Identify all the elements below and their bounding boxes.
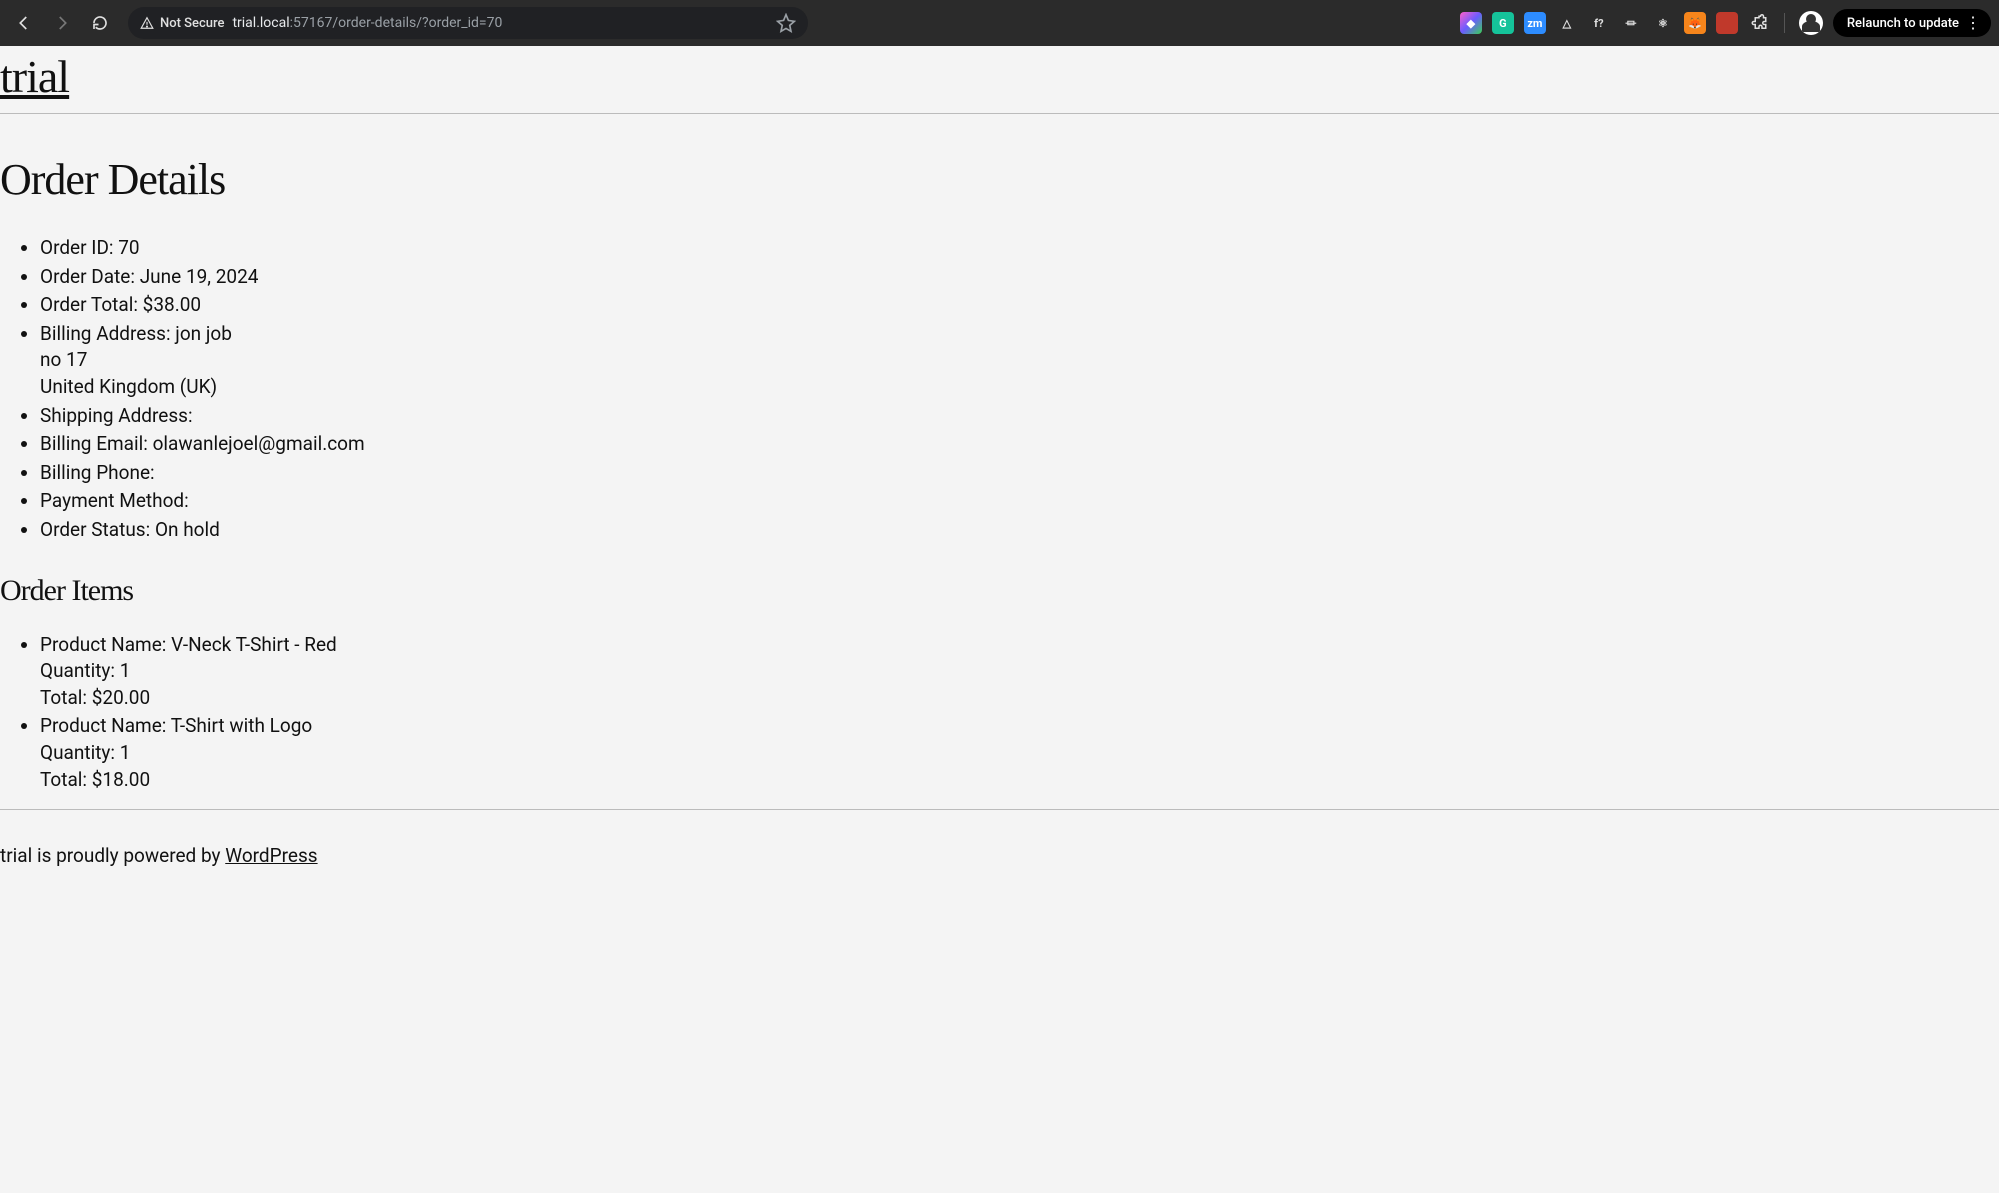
billing-address-label: Billing Address: xyxy=(40,322,171,345)
order-status-value: On hold xyxy=(155,518,220,541)
quantity-value: 1 xyxy=(120,659,131,682)
quantity-label: Quantity: xyxy=(40,741,115,764)
page-body: trial Order Details Order ID: 70 Order D… xyxy=(0,46,1999,1193)
url-text: trial.local:57167/order-details/?order_i… xyxy=(232,15,502,31)
extension-9-extension-icon[interactable] xyxy=(1716,12,1738,34)
billing-phone-row: Billing Phone: xyxy=(40,460,1999,487)
toolbar-separator xyxy=(1784,13,1785,33)
footer-text: trial is proudly powered by xyxy=(0,844,225,867)
page-heading: Order Details xyxy=(0,154,1999,205)
metamask-extension-icon[interactable]: 🦊 xyxy=(1684,12,1706,34)
billing-email-value: olawanlejoel@gmail.com xyxy=(153,432,365,455)
item-total-label: Total: xyxy=(40,768,87,791)
item-total-label: Total: xyxy=(40,686,87,709)
relaunch-label: Relaunch to update xyxy=(1847,16,1959,31)
order-total-row: Order Total: $38.00 xyxy=(40,292,1999,319)
reload-button[interactable] xyxy=(84,7,116,39)
page-content: Order Details Order ID: 70 Order Date: J… xyxy=(0,154,1999,887)
grammarly-extension-icon[interactable]: G xyxy=(1492,12,1514,34)
extension-6-extension-icon[interactable]: ⏛ xyxy=(1620,12,1642,34)
shipping-address-label: Shipping Address: xyxy=(40,404,193,427)
product-name-label: Product Name: xyxy=(40,714,166,737)
warning-icon xyxy=(140,16,154,30)
order-id-value: 70 xyxy=(118,236,139,259)
item-total-value: $18.00 xyxy=(92,768,150,791)
order-status-row: Order Status: On hold xyxy=(40,517,1999,544)
kebab-menu-icon[interactable]: ⋮ xyxy=(1965,15,1981,31)
google-drive-extension-icon[interactable]: △ xyxy=(1556,12,1578,34)
extension-1-extension-icon[interactable]: ◆ xyxy=(1460,12,1482,34)
address-bar[interactable]: Not Secure trial.local:57167/order-detai… xyxy=(128,7,808,39)
site-title-link[interactable]: trial xyxy=(0,51,69,102)
order-item-row: Product Name: T-Shirt with Logo Quantity:… xyxy=(40,713,1999,793)
item-total-value: $20.00 xyxy=(92,686,150,709)
billing-address-row: Billing Address: jon job no 17 United Ki… xyxy=(40,321,1999,401)
billing-email-row: Billing Email: olawanlejoel@gmail.com xyxy=(40,431,1999,458)
url-host: trial.local xyxy=(232,15,289,31)
order-date-label: Order Date: xyxy=(40,265,135,288)
extension-icons: ◆ Gzm △ f? ⏛ ⚛ 🦊 Relaunch to update ⋮ xyxy=(1460,9,1991,37)
footer: trial is proudly powered by WordPress xyxy=(0,830,1999,887)
not-secure-label: Not Secure xyxy=(160,16,224,31)
billing-address-line1: jon job xyxy=(175,322,232,345)
order-date-row: Order Date: June 19, 2024 xyxy=(40,264,1999,291)
order-items-heading: Order Items xyxy=(0,574,1999,608)
billing-email-label: Billing Email: xyxy=(40,432,148,455)
footer-separator xyxy=(0,809,1999,810)
order-total-label: Order Total: xyxy=(40,293,138,316)
product-name-label: Product Name: xyxy=(40,633,166,656)
order-date-value: June 19, 2024 xyxy=(140,265,259,288)
billing-address-line2: no 17 xyxy=(40,348,87,371)
url-path: :57167/order-details/?order_id=70 xyxy=(290,15,503,31)
react-devtools-extension-icon[interactable]: ⚛ xyxy=(1652,12,1674,34)
order-status-label: Order Status: xyxy=(40,518,150,541)
product-name-value: T-Shirt with Logo xyxy=(171,714,313,737)
relaunch-button[interactable]: Relaunch to update ⋮ xyxy=(1833,9,1991,37)
order-total-value: $38.00 xyxy=(143,293,201,316)
order-id-label: Order ID: xyxy=(40,236,114,259)
bookmark-star-icon[interactable] xyxy=(776,13,796,33)
profile-avatar[interactable] xyxy=(1799,11,1823,35)
product-name-value: V-Neck T-Shirt - Red xyxy=(171,633,337,656)
function-extension-icon[interactable]: f? xyxy=(1588,12,1610,34)
header-separator xyxy=(0,113,1999,114)
back-button[interactable] xyxy=(8,7,40,39)
site-title: trial xyxy=(0,46,1999,113)
payment-method-row: Payment Method: xyxy=(40,488,1999,515)
forward-button[interactable] xyxy=(46,7,78,39)
order-item-row: Product Name: V-Neck T-Shirt - Red Quanti… xyxy=(40,632,1999,712)
zoom-extension-icon[interactable]: zm xyxy=(1524,12,1546,34)
browser-chrome: Not Secure trial.local:57167/order-detai… xyxy=(0,0,1999,46)
quantity-value: 1 xyxy=(120,741,131,764)
billing-address-line3: United Kingdom (UK) xyxy=(40,375,217,398)
footer-wordpress-link[interactable]: WordPress xyxy=(225,844,317,867)
billing-phone-label: Billing Phone: xyxy=(40,461,155,484)
not-secure-badge[interactable]: Not Secure xyxy=(140,16,224,31)
extensions-menu-icon[interactable] xyxy=(1748,12,1770,34)
order-info-list: Order ID: 70 Order Date: June 19, 2024 O… xyxy=(0,235,1999,544)
order-id-row: Order ID: 70 xyxy=(40,235,1999,262)
payment-method-label: Payment Method: xyxy=(40,489,189,512)
order-items-list: Product Name: V-Neck T-Shirt - Red Quanti… xyxy=(0,632,1999,794)
shipping-address-row: Shipping Address: xyxy=(40,403,1999,430)
quantity-label: Quantity: xyxy=(40,659,115,682)
